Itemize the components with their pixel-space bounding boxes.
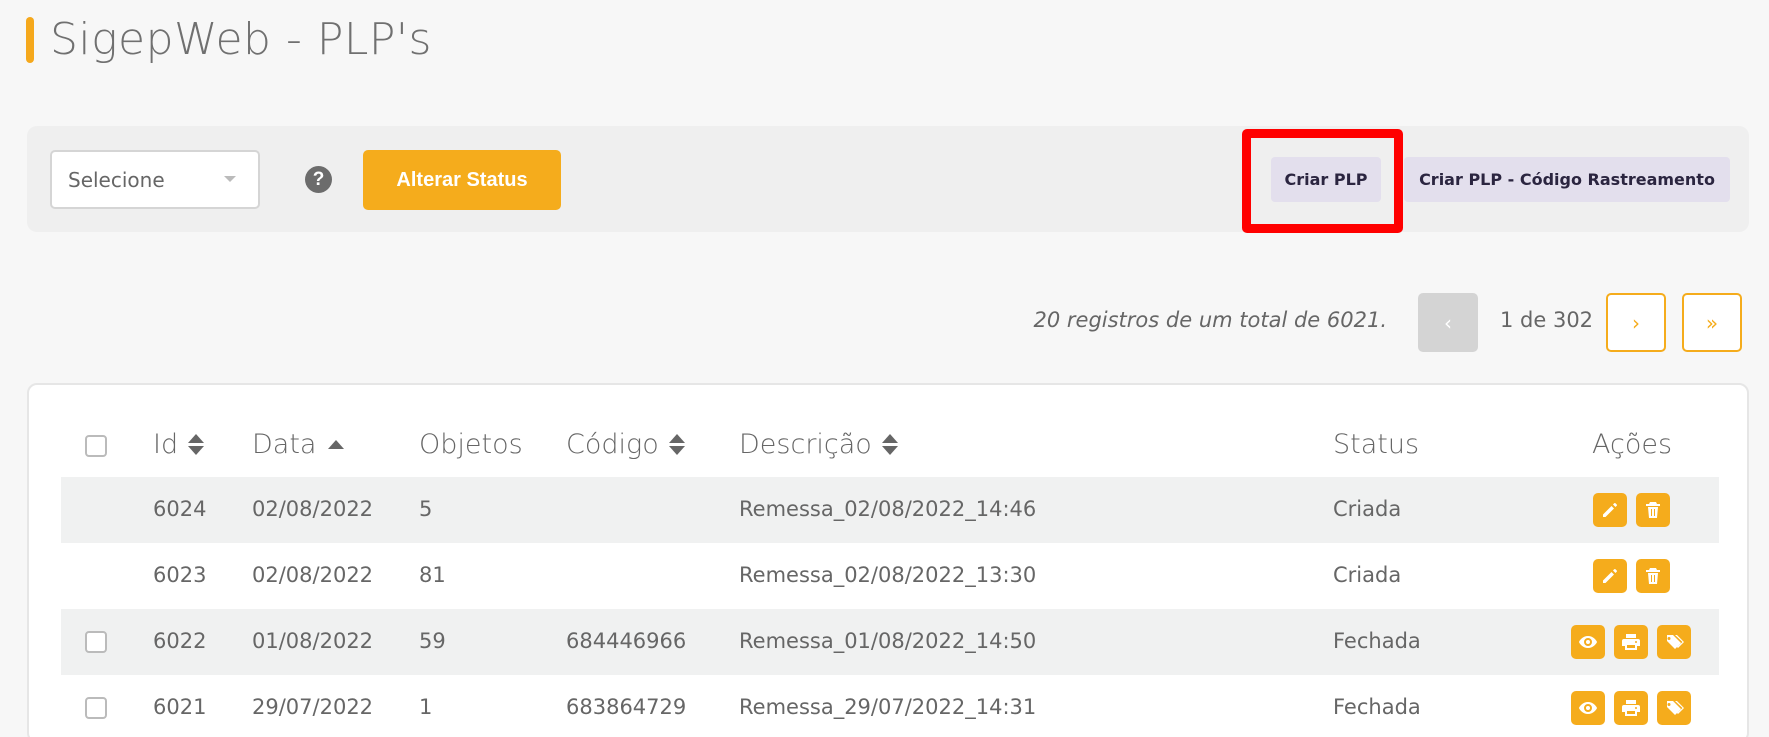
cell-objetos: 59 (419, 629, 446, 653)
column-header-acoes: Ações (1592, 429, 1672, 460)
tags-icon (1666, 635, 1684, 649)
header-acoes-label: Ações (1592, 429, 1673, 460)
trash-icon (1646, 502, 1660, 518)
edit-button[interactable] (1593, 559, 1627, 593)
pager-current-page: 1 de 302 (1500, 308, 1594, 332)
cell-status: Fechada (1333, 695, 1421, 719)
eye-icon (1579, 702, 1597, 714)
select-all-checkbox[interactable] (85, 435, 107, 457)
title-accent-bar (26, 16, 34, 63)
alterar-status-button[interactable]: Alterar Status (363, 150, 561, 210)
cell-status: Fechada (1333, 629, 1421, 653)
view-button[interactable] (1571, 691, 1605, 725)
toolbar: Selecione ? Alterar Status Criar PLP Cri… (27, 126, 1749, 232)
column-header-status: Status (1333, 429, 1419, 460)
printer-icon (1622, 634, 1640, 650)
print-button[interactable] (1614, 691, 1648, 725)
page-title: SigepWeb - PLP's (26, 14, 432, 65)
delete-button[interactable] (1636, 559, 1670, 593)
column-header-data[interactable]: Data (252, 429, 345, 460)
column-header-codigo[interactable]: Código (566, 429, 685, 460)
cell-data: 02/08/2022 (252, 497, 374, 521)
sort-icon (188, 434, 205, 455)
help-icon[interactable]: ? (305, 166, 332, 193)
cell-status: Criada (1333, 497, 1402, 521)
header-codigo-label: Código (566, 429, 659, 460)
criar-plp-rastreamento-button[interactable]: Criar PLP - Código Rastreamento (1404, 157, 1730, 202)
table-row: 6021 29/07/2022 1 683864729 Remessa_29/0… (61, 675, 1719, 737)
cell-status: Criada (1333, 563, 1402, 587)
header-id-label: Id (153, 429, 179, 460)
header-descricao-label: Descrição (739, 429, 872, 460)
prev-page-button[interactable]: ‹ (1418, 293, 1478, 352)
pencil-icon (1603, 503, 1617, 517)
cell-objetos: 5 (419, 497, 433, 521)
cell-descricao: Remessa_01/08/2022_14:50 (739, 629, 1037, 653)
sort-icon (668, 434, 685, 455)
sort-icon (881, 434, 898, 455)
tag-button[interactable] (1657, 625, 1691, 659)
status-select-value: Selecione (68, 167, 165, 192)
pencil-icon (1603, 569, 1617, 583)
table-row: 6024 02/08/2022 5 Remessa_02/08/2022_14:… (61, 477, 1719, 543)
row-checkbox[interactable] (85, 631, 107, 653)
cell-id: 6023 (153, 563, 207, 587)
cell-codigo: 683864729 (566, 695, 687, 719)
header-status-label: Status (1333, 429, 1420, 460)
last-page-button[interactable]: » (1682, 293, 1742, 352)
cell-id: 6021 (153, 695, 207, 719)
sort-asc-icon (328, 440, 345, 449)
edit-button[interactable] (1593, 493, 1627, 527)
cell-objetos: 81 (419, 563, 446, 587)
cell-id: 6022 (153, 629, 207, 653)
tag-button[interactable] (1657, 691, 1691, 725)
pager-summary: 20 registros de um total de 6021. (1033, 308, 1388, 332)
column-header-descricao[interactable]: Descrição (739, 429, 898, 460)
printer-icon (1622, 700, 1640, 716)
view-button[interactable] (1571, 625, 1605, 659)
next-page-button[interactable]: › (1606, 293, 1666, 352)
cell-data: 01/08/2022 (252, 629, 374, 653)
column-header-objetos: Objetos (419, 429, 523, 460)
cell-codigo: 684446966 (566, 629, 687, 653)
cell-descricao: Remessa_29/07/2022_14:31 (739, 695, 1037, 719)
eye-icon (1579, 636, 1597, 648)
cell-objetos: 1 (419, 695, 433, 719)
cell-data: 02/08/2022 (252, 563, 374, 587)
tags-icon (1666, 701, 1684, 715)
column-header-id[interactable]: Id (153, 429, 205, 460)
delete-button[interactable] (1636, 493, 1670, 527)
table-row: 6022 01/08/2022 59 684446966 Remessa_01/… (61, 609, 1719, 675)
cell-descricao: Remessa_02/08/2022_13:30 (739, 563, 1037, 587)
row-checkbox[interactable] (85, 697, 107, 719)
page-title-text: SigepWeb - PLP's (50, 14, 432, 65)
print-button[interactable] (1614, 625, 1648, 659)
status-select[interactable]: Selecione (50, 150, 260, 209)
plp-table: Id Data Objetos Código Descrição Status … (27, 383, 1749, 737)
cell-data: 29/07/2022 (252, 695, 374, 719)
trash-icon (1646, 568, 1660, 584)
header-data-label: Data (252, 429, 317, 460)
cell-descricao: Remessa_02/08/2022_14:46 (739, 497, 1037, 521)
highlight-annotation (1242, 129, 1403, 233)
cell-id: 6024 (153, 497, 207, 521)
header-objetos-label: Objetos (419, 429, 523, 460)
chevron-down-icon (224, 176, 236, 182)
table-row: 6023 02/08/2022 81 Remessa_02/08/2022_13… (61, 543, 1719, 609)
